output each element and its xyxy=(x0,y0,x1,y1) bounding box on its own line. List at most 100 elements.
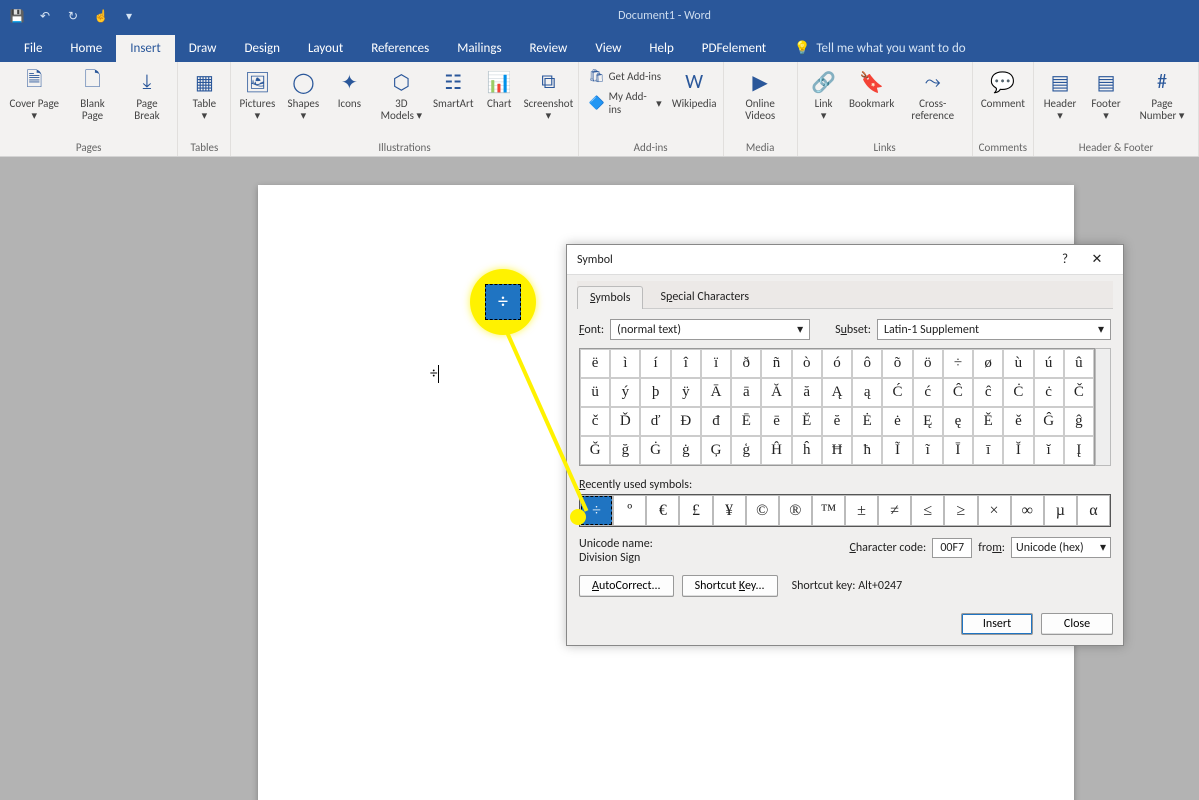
footer-button[interactable]: ▤Footer▾ xyxy=(1086,66,1126,124)
from-select[interactable]: Unicode (hex)▾ xyxy=(1011,537,1111,558)
recent-symbol-cell[interactable]: µ xyxy=(1044,495,1077,526)
touch-mode-icon[interactable]: ☝ xyxy=(92,9,110,24)
symbol-cell[interactable]: þ xyxy=(640,378,670,407)
comment-button[interactable]: 💬Comment xyxy=(979,66,1027,112)
symbol-cell[interactable]: ñ xyxy=(761,349,791,378)
cross-reference-button[interactable]: ⤳Cross-reference xyxy=(900,66,966,124)
symbol-cell[interactable]: Ė xyxy=(852,407,882,436)
symbol-cell[interactable]: ă xyxy=(792,378,822,407)
symbol-cell[interactable]: đ xyxy=(701,407,731,436)
symbol-cell[interactable]: ą xyxy=(852,378,882,407)
symbol-cell[interactable]: ÿ xyxy=(671,378,701,407)
symbol-cell[interactable]: Ď xyxy=(610,407,640,436)
symbol-cell[interactable]: õ xyxy=(882,349,912,378)
tab-help[interactable]: Help xyxy=(635,35,687,62)
symbol-cell[interactable]: ó xyxy=(822,349,852,378)
recent-symbol-cell[interactable]: € xyxy=(646,495,679,526)
symbol-cell[interactable]: ģ xyxy=(731,436,761,465)
recent-symbol-cell[interactable]: ∞ xyxy=(1011,495,1044,526)
recent-symbol-cell[interactable]: ® xyxy=(779,495,812,526)
symbol-cell[interactable]: ð xyxy=(731,349,761,378)
redo-icon[interactable]: ↻ xyxy=(64,9,82,24)
tab-review[interactable]: Review xyxy=(516,35,582,62)
symbol-cell[interactable]: ï xyxy=(701,349,731,378)
pictures-button[interactable]: 🖼Pictures▾ xyxy=(237,66,277,124)
link-button[interactable]: 🔗Link▾ xyxy=(804,66,844,124)
recent-symbol-cell[interactable]: ≠ xyxy=(878,495,911,526)
symbol-cell[interactable]: ô xyxy=(852,349,882,378)
symbol-cell[interactable]: ë xyxy=(580,349,610,378)
recent-symbol-cell[interactable]: © xyxy=(746,495,779,526)
online-videos-button[interactable]: ▶Online Videos xyxy=(730,66,791,124)
screenshot-button[interactable]: ⧉Screenshot▾ xyxy=(525,66,571,124)
symbol-cell[interactable]: ĥ xyxy=(792,436,822,465)
shapes-button[interactable]: ◯Shapes▾ xyxy=(283,66,323,124)
symbol-cell[interactable]: Ă xyxy=(761,378,791,407)
tab-file[interactable]: File xyxy=(10,35,56,62)
symbol-cell[interactable]: Į xyxy=(1064,436,1094,465)
symbol-cell[interactable]: û xyxy=(1064,349,1094,378)
symbol-cell[interactable]: Ć xyxy=(882,378,912,407)
recent-symbol-cell[interactable]: ± xyxy=(845,495,878,526)
symbol-cell[interactable]: í xyxy=(640,349,670,378)
symbol-cell[interactable]: ğ xyxy=(610,436,640,465)
symbol-cell[interactable]: Đ xyxy=(671,407,701,436)
tab-home[interactable]: Home xyxy=(56,35,116,62)
symbol-cell[interactable]: Ħ xyxy=(822,436,852,465)
scrollbar[interactable] xyxy=(1095,348,1111,466)
symbol-cell[interactable]: ý xyxy=(610,378,640,407)
symbol-cell[interactable]: ĕ xyxy=(822,407,852,436)
symbol-cell[interactable]: ć xyxy=(913,378,943,407)
symbol-cell[interactable]: ø xyxy=(973,349,1003,378)
symbol-cell[interactable]: ė xyxy=(882,407,912,436)
recent-symbol-cell[interactable]: × xyxy=(978,495,1011,526)
symbol-cell[interactable]: Ĉ xyxy=(943,378,973,407)
symbol-cell[interactable]: Ā xyxy=(701,378,731,407)
tab-pdfelement[interactable]: PDFelement xyxy=(688,35,780,62)
symbol-cell[interactable]: ü xyxy=(580,378,610,407)
symbol-cell[interactable]: ġ xyxy=(671,436,701,465)
symbol-cell[interactable]: Ę xyxy=(913,407,943,436)
symbol-cell[interactable]: ĝ xyxy=(1064,407,1094,436)
smartart-button[interactable]: ☷SmartArt xyxy=(433,66,473,112)
help-button[interactable]: ? xyxy=(1049,252,1081,267)
symbol-cell[interactable]: Ĝ xyxy=(1034,407,1064,436)
close-button[interactable]: Close xyxy=(1041,613,1113,635)
symbol-cell[interactable]: Ą xyxy=(822,378,852,407)
symbol-cell[interactable]: Ĭ xyxy=(1003,436,1033,465)
tab-mailings[interactable]: Mailings xyxy=(443,35,515,62)
wikipedia-button[interactable]: WWikipedia xyxy=(672,66,717,112)
shortcut-key-button[interactable]: Shortcut Key... xyxy=(682,575,778,597)
symbol-cell[interactable]: ċ xyxy=(1034,378,1064,407)
symbol-cell[interactable]: ĩ xyxy=(913,436,943,465)
symbol-cell[interactable]: Ğ xyxy=(580,436,610,465)
symbol-cell[interactable]: Č xyxy=(1064,378,1094,407)
autocorrect-button[interactable]: AutoCorrect... xyxy=(579,575,674,597)
charcode-input[interactable]: 00F7 xyxy=(932,538,972,558)
symbol-cell[interactable]: č xyxy=(580,407,610,436)
symbol-cell[interactable]: ù xyxy=(1003,349,1033,378)
cover-page-button[interactable]: 🗎Cover Page ▾ xyxy=(6,66,62,124)
recent-symbol-cell[interactable]: ≥ xyxy=(944,495,977,526)
bookmark-button[interactable]: 🔖Bookmark xyxy=(850,66,894,112)
symbol-cell[interactable]: Ĕ xyxy=(792,407,822,436)
undo-icon[interactable]: ↶ xyxy=(36,9,54,24)
symbol-cell[interactable]: ĭ xyxy=(1034,436,1064,465)
symbol-cell[interactable]: ì xyxy=(610,349,640,378)
symbol-cell[interactable]: ę xyxy=(943,407,973,436)
recent-symbol-cell[interactable]: ¥ xyxy=(713,495,746,526)
tell-me[interactable]: 💡 Tell me what you want to do xyxy=(780,35,980,62)
tab-view[interactable]: View xyxy=(581,35,635,62)
symbol-cell[interactable]: ĉ xyxy=(973,378,1003,407)
recent-symbol-cell[interactable]: º xyxy=(613,495,646,526)
tab-design[interactable]: Design xyxy=(230,35,293,62)
symbol-cell[interactable]: ò xyxy=(792,349,822,378)
symbol-cell[interactable]: Ē xyxy=(731,407,761,436)
symbol-cell[interactable]: ě xyxy=(1003,407,1033,436)
tab-symbols[interactable]: Symbols xyxy=(577,286,643,309)
symbol-cell[interactable]: ö xyxy=(913,349,943,378)
tab-draw[interactable]: Draw xyxy=(175,35,231,62)
symbol-cell[interactable]: ī xyxy=(973,436,1003,465)
symbol-cell[interactable]: ā xyxy=(731,378,761,407)
insert-button[interactable]: Insert xyxy=(961,613,1033,635)
